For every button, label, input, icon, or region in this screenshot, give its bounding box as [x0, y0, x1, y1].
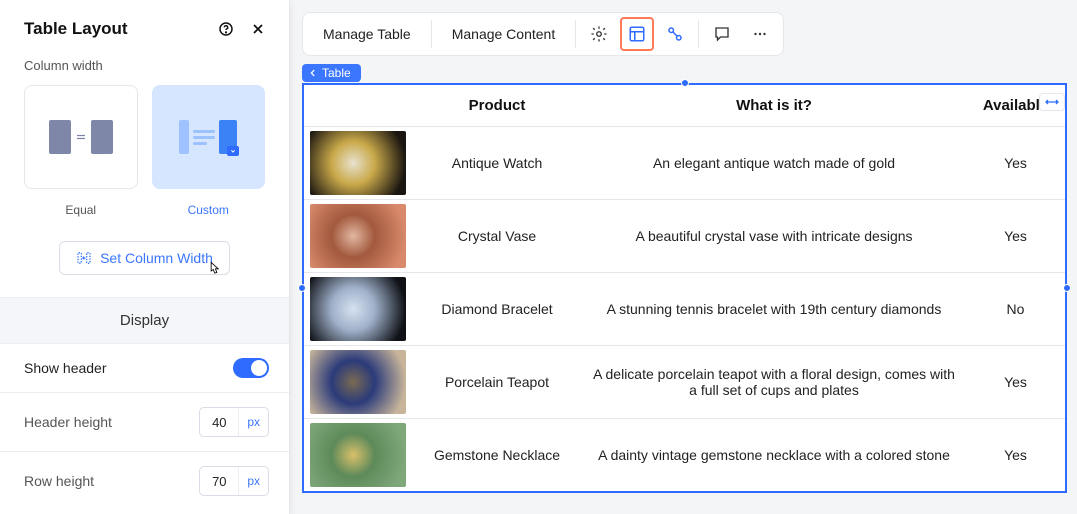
cell-available: Yes	[966, 419, 1066, 493]
cell-desc: A stunning tennis bracelet with 19th cen…	[582, 273, 966, 346]
layout-icon[interactable]	[620, 17, 654, 51]
custom-caption: Custom	[152, 203, 266, 217]
cell-product: Porcelain Teapot	[412, 346, 582, 419]
cell-desc: An elegant antique watch made of gold	[582, 127, 966, 200]
table-header-row: Product What is it? Available	[303, 84, 1066, 127]
help-icon[interactable]	[215, 18, 237, 40]
col-header-product[interactable]: Product	[412, 84, 582, 127]
table-row[interactable]: Porcelain TeapotA delicate porcelain tea…	[303, 346, 1066, 419]
header-height-row: Header height px	[0, 393, 289, 452]
animation-icon[interactable]	[658, 17, 692, 51]
table-selection-frame[interactable]: Product What is it? Available Antique Wa…	[302, 83, 1067, 493]
breadcrumb-table[interactable]: Table	[302, 64, 361, 82]
table-layout-panel: Table Layout Column width	[0, 0, 290, 514]
cell-available: Yes	[966, 346, 1066, 419]
row-height-row: Row height px	[0, 452, 289, 510]
product-thumbnail	[310, 423, 406, 487]
table-row[interactable]: Gemstone NecklaceA dainty vintage gemsto…	[303, 419, 1066, 493]
close-icon[interactable]	[247, 18, 269, 40]
selection-handle-top[interactable]	[681, 79, 689, 87]
product-thumbnail	[310, 277, 406, 341]
cell-product: Diamond Bracelet	[412, 273, 582, 346]
header-height-input[interactable]	[200, 415, 238, 430]
cell-product: Crystal Vase	[412, 200, 582, 273]
cell-product: Antique Watch	[412, 127, 582, 200]
cell-desc: A dainty vintage gemstone necklace with …	[582, 419, 966, 493]
panel-header: Table Layout	[0, 0, 289, 58]
cell-available: Yes	[966, 200, 1066, 273]
product-thumbnail	[310, 204, 406, 268]
column-width-custom-option[interactable]	[152, 85, 266, 189]
column-width-equal-option[interactable]	[24, 85, 138, 189]
column-width-icon	[76, 250, 92, 266]
header-height-unit[interactable]: px	[238, 408, 268, 436]
comment-icon[interactable]	[705, 17, 739, 51]
main-canvas: Manage Table Manage Content Table	[290, 0, 1077, 514]
table-row[interactable]: Antique WatchAn elegant antique watch ma…	[303, 127, 1066, 200]
cell-image	[303, 273, 412, 346]
set-column-width-button[interactable]: Set Column Width	[59, 241, 230, 275]
cell-desc: A delicate porcelain teapot with a flora…	[582, 346, 966, 419]
selection-handle-right[interactable]	[1063, 284, 1071, 292]
cell-image	[303, 346, 412, 419]
cell-available: No	[966, 273, 1066, 346]
cell-image	[303, 419, 412, 493]
floating-toolbar: Manage Table Manage Content	[302, 12, 784, 56]
header-height-label: Header height	[24, 414, 112, 430]
row-height-label: Row height	[24, 473, 94, 489]
divider	[575, 20, 576, 48]
column-width-label: Column width	[0, 58, 289, 85]
product-thumbnail	[310, 350, 406, 414]
chevron-left-icon	[308, 68, 318, 78]
panel-title: Table Layout	[24, 19, 128, 39]
more-icon[interactable]	[743, 17, 777, 51]
col-header-desc[interactable]: What is it?	[582, 84, 966, 127]
product-table: Product What is it? Available Antique Wa…	[302, 83, 1067, 493]
cell-image	[303, 200, 412, 273]
cell-desc: A beautiful crystal vase with intricate …	[582, 200, 966, 273]
manage-content-button[interactable]: Manage Content	[438, 13, 570, 55]
manage-table-button[interactable]: Manage Table	[309, 13, 425, 55]
show-header-label: Show header	[24, 360, 107, 376]
row-height-unit[interactable]: px	[238, 467, 268, 495]
divider	[698, 20, 699, 48]
divider	[431, 20, 432, 48]
col-header-image[interactable]	[303, 84, 412, 127]
show-header-row: Show header	[0, 344, 289, 393]
table-row[interactable]: Diamond BraceletA stunning tennis bracel…	[303, 273, 1066, 346]
cell-product: Gemstone Necklace	[412, 419, 582, 493]
display-section-header: Display	[0, 298, 289, 344]
equal-caption: Equal	[24, 203, 138, 217]
selection-handle-left[interactable]	[298, 284, 306, 292]
settings-icon[interactable]	[582, 17, 616, 51]
cell-available: Yes	[966, 127, 1066, 200]
show-header-toggle[interactable]	[233, 358, 269, 378]
product-thumbnail	[310, 131, 406, 195]
table-row[interactable]: Crystal VaseA beautiful crystal vase wit…	[303, 200, 1066, 273]
row-height-input[interactable]	[200, 474, 238, 489]
cell-image	[303, 127, 412, 200]
column-resize-icon[interactable]	[1039, 93, 1065, 111]
